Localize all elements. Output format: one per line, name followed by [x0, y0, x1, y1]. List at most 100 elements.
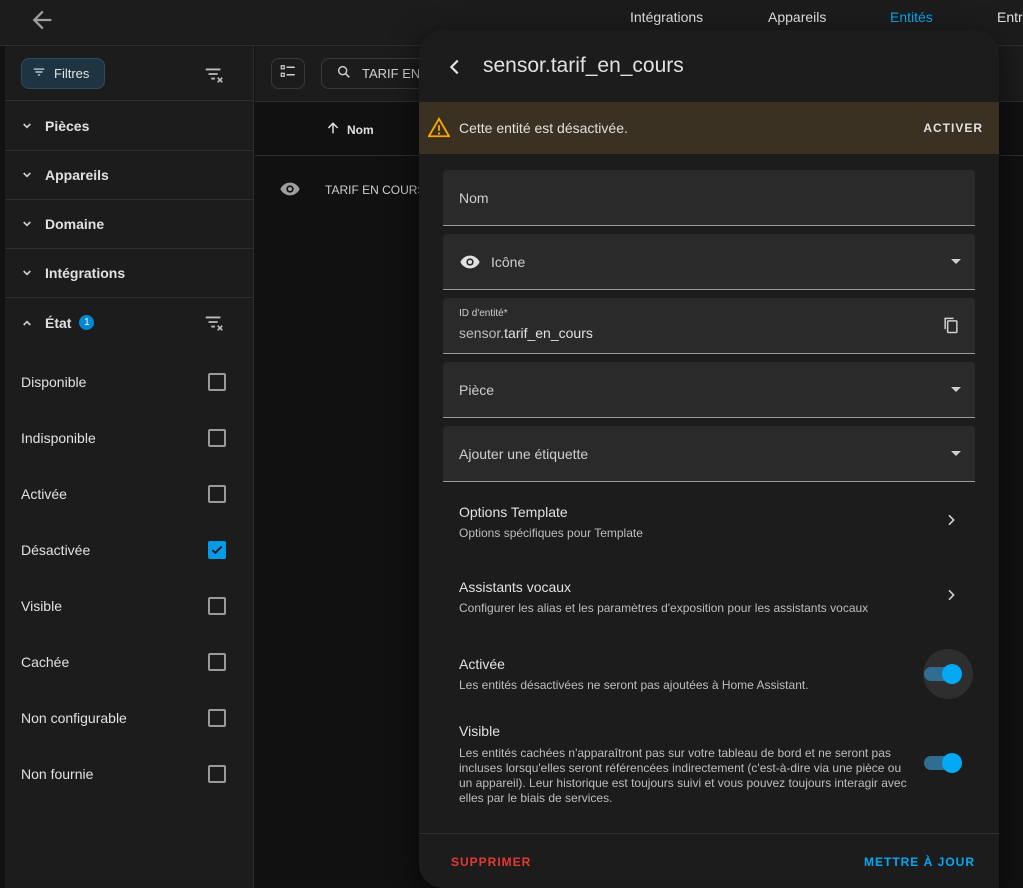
dropdown-caret-icon [951, 451, 961, 456]
filter-section-state[interactable]: État 1 [5, 298, 254, 347]
back-arrow-icon[interactable] [28, 6, 56, 34]
clear-filters-icon[interactable] [203, 63, 227, 87]
visible-toggle[interactable] [924, 753, 962, 773]
visible-setting: Visible Les entités cachées n'apparaîtro… [459, 723, 909, 806]
toggle-knob [942, 753, 962, 773]
tab-devices[interactable]: Appareils [768, 9, 826, 25]
filter-section-label: État [45, 314, 72, 331]
checkbox[interactable] [208, 765, 226, 783]
copy-icon[interactable] [941, 315, 961, 340]
visible-title: Visible [459, 723, 500, 739]
option-label: Disponible [21, 374, 87, 390]
option-label: Indisponible [21, 430, 96, 446]
chevron-left-icon[interactable] [444, 56, 466, 78]
option-label: Cachée [21, 654, 70, 670]
disabled-warning-banner: Cette entité est désactivée. ACTIVER [419, 102, 999, 154]
filter-section-domain[interactable]: Domaine [5, 200, 254, 249]
option-label: Non fournie [21, 766, 94, 782]
state-option-disabled[interactable]: Désactivée [5, 522, 254, 578]
checkbox[interactable] [208, 485, 226, 503]
options-template-title: Options Template [459, 504, 568, 520]
filters-header: Filtres [5, 46, 254, 101]
voice-assistants-title: Assistants vocaux [459, 579, 572, 595]
tab-more[interactable]: Entr [997, 9, 1023, 25]
option-label: Désactivée [21, 542, 91, 558]
checkbox[interactable] [208, 653, 226, 671]
filters-panel: Filtres Pièces Appareils Domaine Intégra… [5, 46, 254, 888]
eye-icon [279, 178, 301, 205]
options-template-subtitle: Options spécifiques pour Template [459, 526, 643, 540]
state-option-unavailable[interactable]: Indisponible [5, 410, 254, 466]
checkbox[interactable] [208, 709, 226, 727]
visible-subtitle: Les entités cachées n'apparaîtront pas s… [459, 746, 907, 805]
enable-button[interactable]: ACTIVER [923, 121, 983, 135]
entity-id-value: sensor.tarif_en_cours [459, 325, 593, 341]
entity-id-field[interactable]: ID d'entité* sensor.tarif_en_cours [443, 298, 975, 354]
filter-section-integrations[interactable]: Intégrations [5, 249, 254, 298]
name-field-placeholder: Nom [459, 190, 489, 206]
entity-id-suffix: tarif_en_cours [504, 325, 593, 341]
enabled-toggle[interactable] [924, 664, 962, 684]
option-label: Activée [21, 486, 67, 502]
filter-count-badge: 1 [79, 315, 95, 330]
enabled-subtitle: Les entités désactivées ne seront pas aj… [459, 678, 809, 692]
option-label: Non configurable [21, 710, 127, 726]
filter-section-label: Intégrations [45, 265, 126, 281]
state-option-visible[interactable]: Visible [5, 578, 254, 634]
icon-picker[interactable]: Icône [443, 234, 975, 290]
search-input-value[interactable]: TARIF EN [362, 66, 420, 81]
checkbox[interactable] [208, 429, 226, 447]
chevron-up-icon [19, 315, 35, 331]
icon-picker-value: Icône [491, 254, 526, 270]
filter-section-label: Appareils [45, 167, 109, 183]
selection-mode-button[interactable] [271, 58, 305, 89]
checkbox[interactable] [208, 597, 226, 615]
delete-button[interactable]: SUPPRIMER [451, 855, 531, 869]
room-picker-placeholder: Pièce [459, 382, 495, 398]
search-icon [336, 64, 352, 83]
dropdown-caret-icon [951, 259, 961, 264]
voice-assistants-item[interactable]: Assistants vocaux Configurer les alias e… [459, 579, 959, 616]
room-picker[interactable]: Pièce [443, 362, 975, 418]
options-template-item[interactable]: Options Template Options spécifiques pou… [459, 504, 959, 541]
state-option-available[interactable]: Disponible [5, 354, 254, 410]
tab-entities[interactable]: Entités [890, 9, 933, 25]
entity-id-label: ID d'entité* [459, 308, 508, 319]
checkbox[interactable] [208, 373, 226, 391]
enabled-setting: Activée Les entités désactivées ne seron… [459, 656, 899, 693]
chevron-right-icon[interactable] [943, 512, 959, 528]
filters-button[interactable]: Filtres [21, 58, 105, 89]
state-option-not-provided[interactable]: Non fournie [5, 746, 254, 802]
filter-section-label: Domaine [45, 216, 105, 232]
chevron-down-icon [19, 167, 35, 183]
label-picker-placeholder: Ajouter une étiquette [459, 446, 589, 462]
dropdown-caret-icon [951, 387, 961, 392]
warning-icon [427, 117, 451, 144]
label-picker[interactable]: Ajouter une étiquette [443, 426, 975, 482]
chevron-down-icon [19, 118, 35, 134]
option-label: Visible [21, 598, 62, 614]
sort-arrow-up-icon [325, 120, 341, 139]
checklist-icon [279, 62, 297, 85]
filter-section-devices[interactable]: Appareils [5, 151, 254, 200]
clear-state-filter-icon[interactable] [203, 311, 227, 335]
filters-button-label: Filtres [54, 66, 90, 81]
entity-settings-dialog: sensor.tarif_en_cours Cette entité est d… [419, 30, 999, 888]
state-option-hidden[interactable]: Cachée [5, 634, 254, 690]
checkbox-checked[interactable] [208, 541, 226, 559]
eye-icon [459, 251, 481, 278]
state-option-enabled[interactable]: Activée [5, 466, 254, 522]
column-header-name[interactable]: Nom [325, 120, 374, 139]
tab-integrations[interactable]: Intégrations [630, 9, 703, 25]
column-header-label: Nom [347, 122, 374, 137]
name-field[interactable]: Nom [443, 170, 975, 226]
state-option-readonly[interactable]: Non configurable [5, 690, 254, 746]
entity-id-prefix: sensor. [459, 325, 505, 341]
enabled-title: Activée [459, 656, 505, 672]
chevron-right-icon[interactable] [943, 587, 959, 603]
update-button[interactable]: METTRE À JOUR [864, 855, 975, 869]
filter-section-rooms[interactable]: Pièces [5, 102, 254, 151]
row-entity-name: TARIF EN COURS [325, 183, 426, 197]
warning-text: Cette entité est désactivée. [459, 120, 628, 136]
chevron-down-icon [19, 216, 35, 232]
